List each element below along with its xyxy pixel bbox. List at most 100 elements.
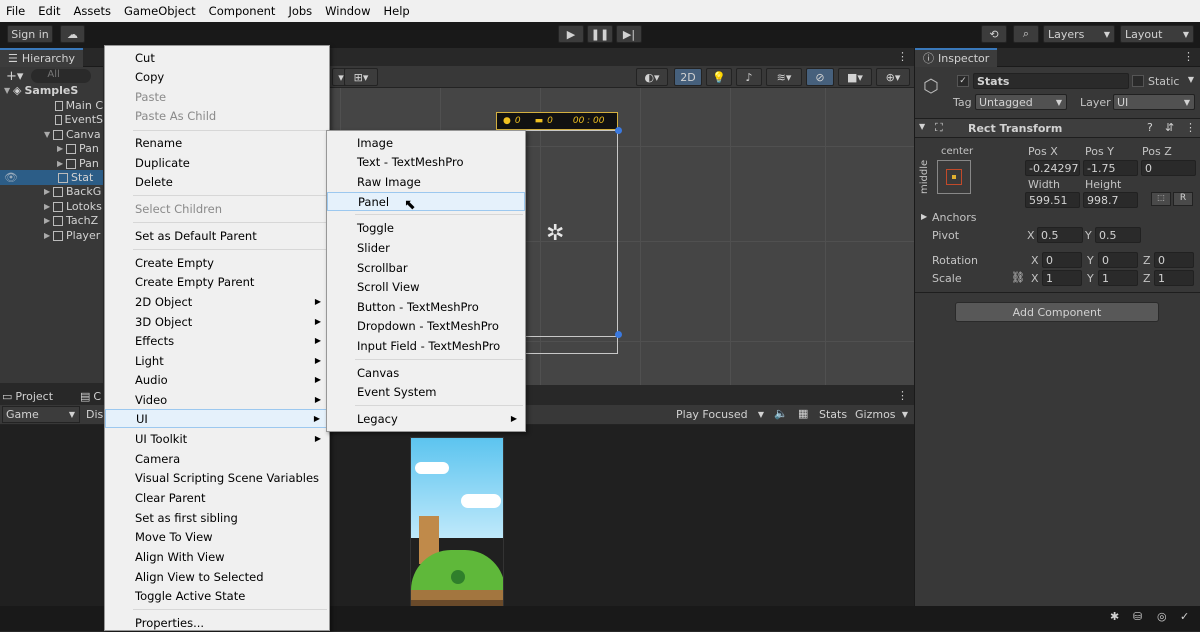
menu-item-audio[interactable]: Audio ▶ (105, 370, 329, 389)
rotation-x-field[interactable]: 0 (1042, 252, 1082, 268)
hierarchy-row[interactable]: ▼ Canva (0, 127, 103, 142)
height-field[interactable]: 998.7 (1083, 192, 1138, 208)
hierarchy-row-scene[interactable]: ▼ ◈ SampleS (0, 83, 103, 98)
submenu-item-legacy[interactable]: Legacy ▶ (327, 409, 525, 428)
progress-icon[interactable]: ◎ (1157, 610, 1167, 623)
hierarchy-row[interactable]: ▶ Pan (0, 141, 103, 156)
menu-item-rename[interactable]: Rename (105, 133, 329, 152)
more-options-icon[interactable]: ⋮ (1183, 50, 1194, 63)
mute-audio-icon[interactable]: 🔈 (774, 407, 788, 420)
menu-item-video[interactable]: Video ▶ (105, 390, 329, 409)
active-checkbox[interactable]: ✓ (957, 75, 969, 87)
tag-dropdown[interactable]: Untagged ▼ (975, 94, 1067, 110)
scale-y-field[interactable]: 1 (1098, 270, 1138, 286)
menu-gameobject[interactable]: GameObject (124, 4, 196, 18)
hierarchy-row[interactable]: ▶ TachZ (0, 213, 103, 228)
submenu-item-slider[interactable]: Slider (327, 238, 525, 257)
menu-item-camera[interactable]: Camera (105, 449, 329, 468)
rotation-z-field[interactable]: 0 (1154, 252, 1194, 268)
lighting-icon[interactable]: 💡 (706, 68, 732, 86)
menu-item-3d-object[interactable]: 3D Object ▶ (105, 312, 329, 331)
menu-item-ui[interactable]: UI ▶ (105, 409, 329, 428)
expand-arrow-icon[interactable]: ▼ (44, 130, 53, 139)
expand-arrow-icon[interactable]: ▼ (919, 122, 925, 131)
tab-console[interactable]: ▤ C (80, 387, 101, 406)
menu-item-paste[interactable]: Paste (105, 87, 329, 106)
object-name-input[interactable]: Stats (973, 73, 1129, 89)
rotation-y-field[interactable]: 0 (1098, 252, 1138, 268)
submenu-item-canvas[interactable]: Canvas (327, 363, 525, 382)
layer-dropdown[interactable]: UI ▼ (1113, 94, 1195, 110)
menu-item-duplicate[interactable]: Duplicate (105, 153, 329, 172)
submenu-item-panel[interactable]: Panel ⬉ (327, 192, 525, 213)
submenu-item-toggle[interactable]: Toggle (327, 218, 525, 237)
stats-toggle[interactable]: Stats (816, 406, 850, 423)
game-view-dropdown[interactable]: Game ▼ (2, 406, 80, 423)
menu-item-create-empty[interactable]: Create Empty (105, 253, 329, 272)
cache-icon[interactable]: ⛁ (1133, 610, 1142, 623)
hierarchy-row[interactable]: ▶ Pan (0, 156, 103, 171)
rect-transform-header[interactable]: ▼ ⛶ Rect Transform ? ⇵ ⋮ (915, 118, 1200, 138)
submenu-item-text-textmeshpro[interactable]: Text - TextMeshPro (327, 152, 525, 171)
pos-y-field[interactable]: -1.75 (1083, 160, 1138, 176)
submenu-item-image[interactable]: Image (327, 133, 525, 152)
play-focused-dropdown[interactable]: Play Focused ▼ (672, 406, 768, 423)
menu-item-effects[interactable]: Effects ▶ (105, 331, 329, 350)
submenu-item-input-field-textmeshpro[interactable]: Input Field - TextMeshPro (327, 336, 525, 355)
tab-hierarchy[interactable]: ☰ Hierarchy (0, 47, 84, 67)
hierarchy-row[interactable]: ▶ Player (0, 228, 103, 243)
step-button[interactable]: ▶| (616, 25, 642, 43)
search-icon[interactable]: ⌕ (1013, 25, 1039, 43)
camera-icon[interactable]: ■▾ (838, 68, 872, 86)
layers-dropdown[interactable]: Layers ▼ (1043, 25, 1115, 43)
menu-item-paste-as-child[interactable]: Paste As Child (105, 106, 329, 125)
play-button[interactable]: ▶ (558, 25, 584, 43)
visibility-eye-icon[interactable]: 👁 (4, 171, 18, 184)
effects-icon[interactable]: ≋▾ (766, 68, 802, 86)
history-icon[interactable]: ⟲ (981, 25, 1007, 43)
add-icon[interactable]: +▾ (6, 69, 23, 84)
submenu-item-scroll-view[interactable]: Scroll View (327, 277, 525, 296)
hidden-objects-icon[interactable]: ⊘ (806, 68, 834, 86)
pivot-y-field[interactable]: 0.5 (1095, 227, 1141, 243)
menu-item-select-children[interactable]: Select Children (105, 199, 329, 218)
menu-item-set-default-parent[interactable]: Set as Default Parent (105, 226, 329, 245)
anchors-label[interactable]: Anchors (932, 211, 977, 224)
menu-item-visual-scripting-scene-variables[interactable]: Visual Scripting Scene Variables (105, 468, 329, 487)
menu-item-move-to-view[interactable]: Move To View (105, 527, 329, 546)
static-checkbox[interactable] (1132, 75, 1144, 87)
menu-item-toggle-active-state[interactable]: Toggle Active State (105, 586, 329, 605)
preset-icon[interactable]: ⇵ (1165, 121, 1174, 134)
menu-component[interactable]: Component (209, 4, 276, 18)
pos-z-field[interactable]: 0 (1141, 160, 1196, 176)
menu-item-delete[interactable]: Delete (105, 172, 329, 191)
hierarchy-row[interactable]: Main C (0, 98, 103, 113)
sign-in-button[interactable]: Sign in (7, 25, 53, 43)
help-icon[interactable]: ? (1147, 121, 1153, 134)
stats-grid-icon[interactable]: ▦ (798, 407, 808, 420)
collapse-arrow-icon[interactable]: ▶ (44, 187, 53, 196)
menu-item-light[interactable]: Light ▶ (105, 351, 329, 370)
shading-mode-icon[interactable]: ◐▾ (636, 68, 668, 86)
gizmos-dropdown[interactable]: Gizmos ▼ (852, 406, 912, 423)
hierarchy-row[interactable]: EventS (0, 112, 103, 127)
hierarchy-row[interactable]: ▶ BackG (0, 184, 103, 199)
menu-item-create-empty-parent[interactable]: Create Empty Parent (105, 272, 329, 291)
pos-x-field[interactable]: -0.24297 (1025, 160, 1080, 176)
submenu-item-raw-image[interactable]: Raw Image (327, 172, 525, 191)
menu-window[interactable]: Window (325, 4, 370, 18)
blueprint-mode-icon[interactable]: ⬚ (1151, 192, 1171, 206)
menu-item-cut[interactable]: Cut (105, 48, 329, 67)
display-dropdown[interactable]: Dis (86, 406, 103, 423)
collapse-arrow-icon[interactable]: ▶ (921, 212, 927, 221)
collapse-arrow-icon[interactable]: ▶ (57, 159, 66, 168)
constrain-proportions-icon[interactable]: ⛓ (1011, 271, 1025, 284)
collapse-arrow-icon[interactable]: ▶ (57, 144, 66, 153)
snap-icon[interactable]: ⊞▾ (344, 68, 378, 86)
audio-icon[interactable]: ♪ (736, 68, 762, 86)
add-component-button[interactable]: Add Component (955, 302, 1159, 322)
chevron-down-icon[interactable]: ▼ (1188, 75, 1194, 84)
check-icon[interactable]: ✓ (1180, 610, 1189, 623)
menu-file[interactable]: File (6, 4, 25, 18)
menu-jobs[interactable]: Jobs (288, 4, 312, 18)
